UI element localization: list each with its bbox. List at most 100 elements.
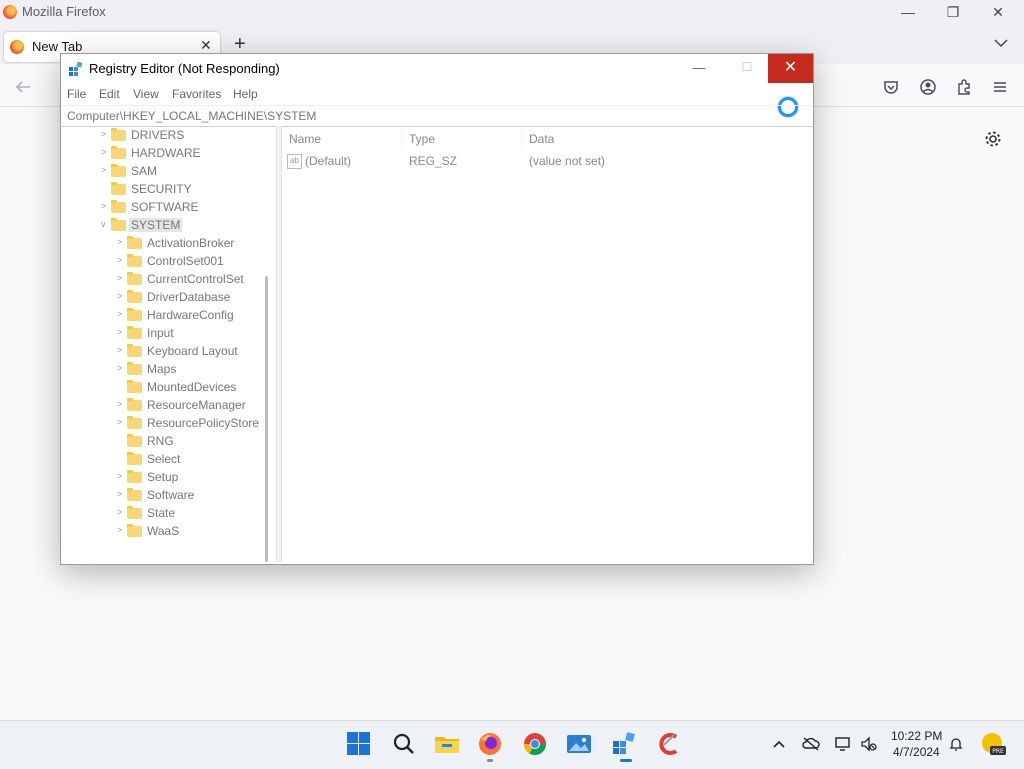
tab-close-button[interactable]: ✕: [200, 37, 212, 54]
volume-muted-icon[interactable]: [860, 736, 878, 755]
menu-icon[interactable]: [991, 78, 1009, 96]
value-type: REG_SZ: [409, 154, 458, 168]
chevron-down-icon: [994, 39, 1008, 48]
column-header-type[interactable]: Type: [409, 132, 435, 146]
folder-icon: [127, 398, 142, 411]
registry-menubar: File Edit View Favorites Help: [61, 84, 813, 104]
column-separator[interactable]: [521, 128, 522, 148]
menu-edit[interactable]: Edit: [99, 87, 120, 101]
folder-icon: [127, 344, 142, 357]
chevron-down-icon[interactable]: v: [101, 219, 109, 229]
notification-bell-icon[interactable]: [948, 736, 964, 755]
registry-editor-icon: [69, 61, 83, 76]
registry-maximize-button[interactable]: ☐: [737, 60, 757, 74]
address-bar[interactable]: Computer\HKEY_LOCAL_MACHINE\SYSTEM: [61, 105, 813, 127]
tree-item-label: WaaS: [147, 524, 180, 538]
pocket-icon[interactable]: [882, 78, 900, 96]
folder-icon: [127, 362, 142, 375]
chrome-icon[interactable]: [522, 731, 548, 757]
folder-icon: [111, 182, 126, 195]
clock-time[interactable]: 10:22 PM: [891, 729, 942, 743]
menu-help[interactable]: Help: [233, 87, 258, 101]
copilot-pre-icon[interactable]: PRE: [980, 731, 1006, 760]
tree-vertical-scrollbar[interactable]: [265, 276, 268, 562]
menu-favorites[interactable]: Favorites: [172, 87, 221, 101]
clock-date[interactable]: 4/7/2024: [893, 745, 940, 759]
chevron-right-icon[interactable]: >: [101, 201, 109, 211]
back-arrow-icon[interactable]: [14, 78, 32, 96]
folder-icon: [127, 416, 142, 429]
menu-view[interactable]: View: [133, 87, 159, 101]
tree-item-label: Maps: [147, 362, 177, 376]
show-hidden-icons-button[interactable]: [773, 737, 785, 752]
chevron-right-icon[interactable]: >: [117, 417, 125, 427]
value-data: (value not set): [529, 154, 606, 168]
tree-item-label: ActivationBroker: [147, 236, 235, 250]
chevron-right-icon[interactable]: >: [117, 471, 125, 481]
folder-icon: [127, 488, 142, 501]
firefox-icon[interactable]: [477, 731, 503, 757]
search-icon[interactable]: [391, 731, 417, 757]
chevron-right-icon[interactable]: >: [117, 255, 125, 265]
folder-icon: [127, 272, 142, 285]
chevron-right-icon[interactable]: >: [117, 489, 125, 499]
network-icon[interactable]: [834, 736, 852, 755]
firefox-logo-icon: [3, 5, 17, 19]
tree-item-label: SYSTEM: [129, 218, 183, 232]
firefox-minimize-button[interactable]: —: [898, 2, 918, 22]
firefox-window-title: Mozilla Firefox: [22, 4, 106, 19]
regedit-active-indicator: [620, 759, 632, 762]
chevron-right-icon[interactable]: >: [117, 507, 125, 517]
column-separator[interactable]: [401, 128, 402, 148]
chevron-right-icon[interactable]: >: [117, 363, 125, 373]
firefox-titlebar: [0, 0, 1024, 24]
firefox-close-button[interactable]: ✕: [988, 2, 1008, 22]
chevron-right-icon[interactable]: >: [101, 165, 109, 175]
chevron-right-icon[interactable]: >: [117, 237, 125, 247]
key-tree: > DRIVERS > HARDWARE > SAM SECURITY > SOFTWARE v S…: [61, 126, 275, 562]
tree-item-label: ControlSet001: [147, 254, 224, 268]
column-header-name[interactable]: Name: [289, 132, 321, 146]
photos-icon[interactable]: [566, 731, 592, 757]
folder-icon: [127, 506, 142, 519]
chevron-right-icon[interactable]: >: [117, 309, 125, 319]
folder-icon: [127, 434, 142, 447]
chevron-right-icon[interactable]: >: [117, 345, 125, 355]
registry-close-button[interactable]: ✕: [768, 54, 813, 83]
chevron-right-icon[interactable]: >: [117, 273, 125, 283]
folder-icon: [127, 470, 142, 483]
tree-item-label: Software: [147, 488, 195, 502]
menu-file[interactable]: File: [67, 87, 86, 101]
registry-titlebar[interactable]: Registry Editor (Not Responding) — ☐ ✕: [61, 54, 813, 84]
firefox-tab-icon: [10, 40, 24, 54]
column-header-data[interactable]: Data: [529, 132, 554, 146]
tree-item-label: ResourceManager: [147, 398, 246, 412]
folder-icon: [111, 128, 126, 141]
chevron-right-icon[interactable]: >: [101, 147, 109, 157]
folder-icon: [127, 290, 142, 303]
chevron-right-icon[interactable]: >: [117, 327, 125, 337]
chevron-right-icon[interactable]: >: [117, 399, 125, 409]
regedit-icon[interactable]: [611, 731, 637, 757]
firefox-restore-button[interactable]: ❐: [943, 2, 963, 22]
ccleaner-icon[interactable]: [656, 731, 682, 757]
registry-minimize-button[interactable]: —: [689, 60, 709, 75]
extensions-icon[interactable]: [955, 78, 973, 96]
tree-item-label: HardwareConfig: [147, 308, 234, 322]
folder-icon: [127, 326, 142, 339]
start-icon[interactable]: [346, 731, 372, 757]
gear-icon[interactable]: [984, 130, 1002, 148]
tree-item-label: DriverDatabase: [147, 290, 231, 304]
folder-icon: [127, 254, 142, 267]
onedrive-offline-icon[interactable]: [802, 736, 820, 755]
chevron-right-icon[interactable]: >: [117, 525, 125, 535]
folder-icon: [111, 200, 126, 213]
folder-icon: [111, 146, 126, 159]
chevron-right-icon[interactable]: >: [117, 291, 125, 301]
address-path: Computer\HKEY_LOCAL_MACHINE\SYSTEM: [67, 109, 317, 123]
account-icon[interactable]: [919, 78, 937, 96]
chevron-right-icon[interactable]: >: [101, 129, 109, 139]
tree-item-label: SECURITY: [131, 182, 192, 196]
list-all-tabs-button[interactable]: [994, 36, 1008, 51]
file-explorer-icon[interactable]: [434, 731, 460, 757]
